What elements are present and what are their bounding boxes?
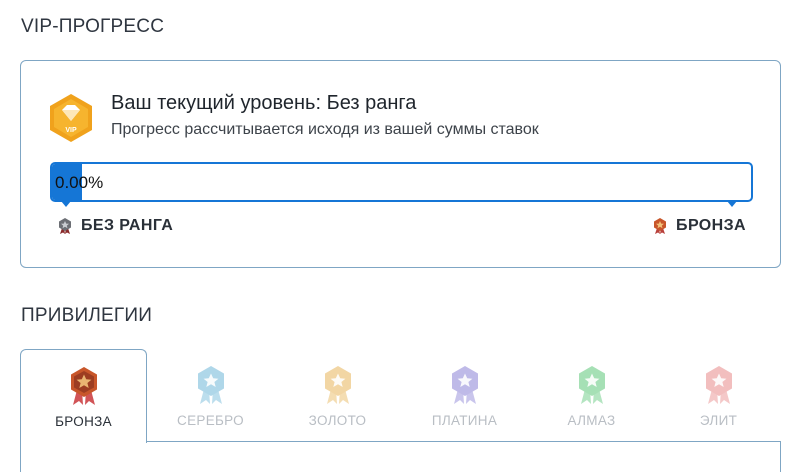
vip-progress-bar: 0.00% bbox=[50, 162, 753, 207]
tab-gold[interactable]: ЗОЛОТО bbox=[274, 349, 401, 443]
svg-text:VIP: VIP bbox=[65, 127, 77, 134]
tab-label: ЭЛИТ bbox=[699, 413, 738, 428]
no-rank-medal-icon bbox=[59, 218, 71, 234]
elite-medal-icon bbox=[705, 366, 732, 404]
current-rank-label: БЕЗ РАНГА bbox=[81, 217, 174, 234]
bronze-medal-icon bbox=[70, 367, 97, 405]
tab-platinum[interactable]: ПЛАТИНА bbox=[401, 349, 528, 443]
next-rank-label: БРОНЗА bbox=[676, 217, 746, 234]
tab-label: АЛМАЗ bbox=[567, 413, 616, 428]
tab-diamond[interactable]: АЛМАЗ bbox=[528, 349, 655, 443]
vip-progress-title: VIP-ПРОГРЕСС bbox=[21, 16, 165, 37]
tab-label: ЗОЛОТО bbox=[308, 413, 367, 428]
level-subtitle: Прогресс рассчитывается исходя из вашей … bbox=[111, 121, 539, 138]
tab-bronze[interactable]: БРОНЗА bbox=[20, 349, 147, 443]
tab-label: ПЛАТИНА bbox=[431, 413, 498, 428]
diamond-medal-icon bbox=[578, 366, 605, 404]
current-rank: БЕЗ РАНГА bbox=[57, 217, 173, 235]
tab-label: БРОНЗА bbox=[55, 414, 112, 429]
vip-diamond-badge-icon: VIP bbox=[50, 94, 92, 142]
tab-label: СЕРЕБРО bbox=[177, 413, 244, 428]
progress-percent: 0.00% bbox=[55, 173, 104, 192]
vip-progress-card: VIP Ваш текущий уровень: Без ранга Прогр… bbox=[20, 60, 781, 268]
tab-elite[interactable]: ЭЛИТ bbox=[655, 349, 782, 443]
progress-end-marker bbox=[727, 201, 737, 207]
privileges-tabs: БРОНЗА СЕРЕБРО ЗОЛОТО ПЛАТИНА АЛМАЗ ЭЛИТ bbox=[20, 349, 782, 472]
current-level-title: Ваш текущий уровень: Без ранга bbox=[111, 92, 417, 114]
platinum-medal-icon bbox=[451, 366, 478, 404]
tab-silver[interactable]: СЕРЕБРО bbox=[147, 349, 274, 443]
privileges-content-panel bbox=[20, 441, 781, 472]
silver-medal-icon bbox=[197, 366, 224, 404]
progress-start-marker bbox=[61, 201, 71, 207]
privileges-title: ПРИВИЛЕГИИ bbox=[21, 305, 153, 326]
next-rank: БРОНЗА bbox=[652, 217, 746, 235]
gold-medal-icon bbox=[324, 366, 351, 404]
bronze-medal-icon bbox=[654, 218, 667, 234]
